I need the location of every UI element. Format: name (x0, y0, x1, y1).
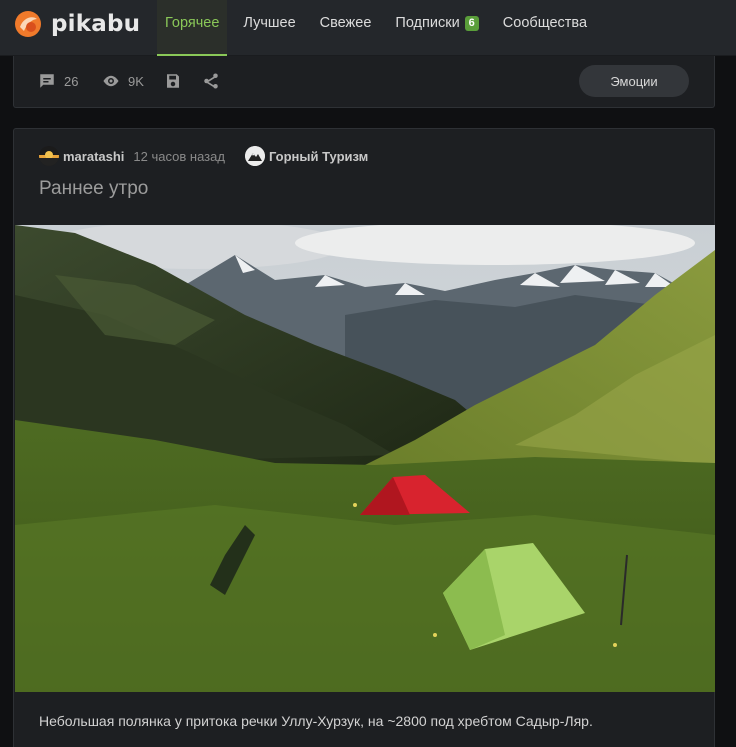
sunset-avatar-icon (39, 146, 59, 166)
subscriptions-count-badge: 6 (464, 16, 479, 31)
mountain-icon (244, 146, 265, 166)
logo-text: pikabu (51, 11, 141, 37)
previous-story-footer: 26 9K Эмоции (13, 56, 715, 108)
emotions-button[interactable]: Эмоции (579, 65, 689, 97)
nav-subscriptions[interactable]: Подписки 6 (387, 0, 486, 56)
comment-icon (40, 74, 54, 88)
nav-hot-label: Горячее (165, 15, 220, 31)
nav-communities-label: Сообщества (502, 15, 588, 31)
top-header: pikabu Горячее Лучшее Свежее Подписки 6 С… (0, 0, 736, 56)
eye-icon (103, 75, 119, 87)
nav-fresh-label: Свежее (319, 15, 372, 31)
community-avatar (244, 146, 265, 166)
community-link[interactable]: Горный Туризм (244, 146, 369, 166)
logo[interactable]: pikabu (14, 10, 140, 38)
save-button[interactable] (164, 72, 182, 90)
community-name: Горный Туризм (268, 148, 369, 164)
story-caption: Небольшая полянка у притока речки Уллу-Х… (39, 713, 593, 729)
comments-count: 26 (64, 73, 79, 89)
author-name[interactable]: maratashi (63, 149, 124, 164)
main-nav: Горячее Лучшее Свежее Подписки 6 Сообщест… (157, 0, 603, 56)
story-photo[interactable] (15, 225, 715, 692)
save-icon (167, 74, 179, 88)
views-counter: 9K (102, 72, 144, 90)
comments-counter[interactable]: 26 (38, 72, 78, 90)
author-avatar[interactable] (39, 146, 59, 166)
nav-hot[interactable]: Горячее (157, 0, 228, 56)
nav-best-label: Лучшее (243, 15, 296, 31)
post-time: 12 часов назад (133, 148, 225, 164)
share-button[interactable] (202, 72, 220, 90)
nav-subscriptions-label: Подписки (395, 15, 460, 31)
pikabu-logo-icon (15, 11, 41, 37)
nav-fresh[interactable]: Свежее (312, 0, 380, 56)
share-icon (204, 73, 218, 89)
nav-communities[interactable]: Сообщества (495, 0, 595, 56)
story-meta: maratashi 12 часов назад Горный Туризм (39, 146, 368, 166)
views-count: 9K (128, 73, 144, 89)
story-card: maratashi 12 часов назад Горный Туризм Р… (13, 128, 715, 747)
nav-best[interactable]: Лучшее (235, 0, 303, 56)
story-title[interactable]: Раннее утро (39, 178, 148, 200)
